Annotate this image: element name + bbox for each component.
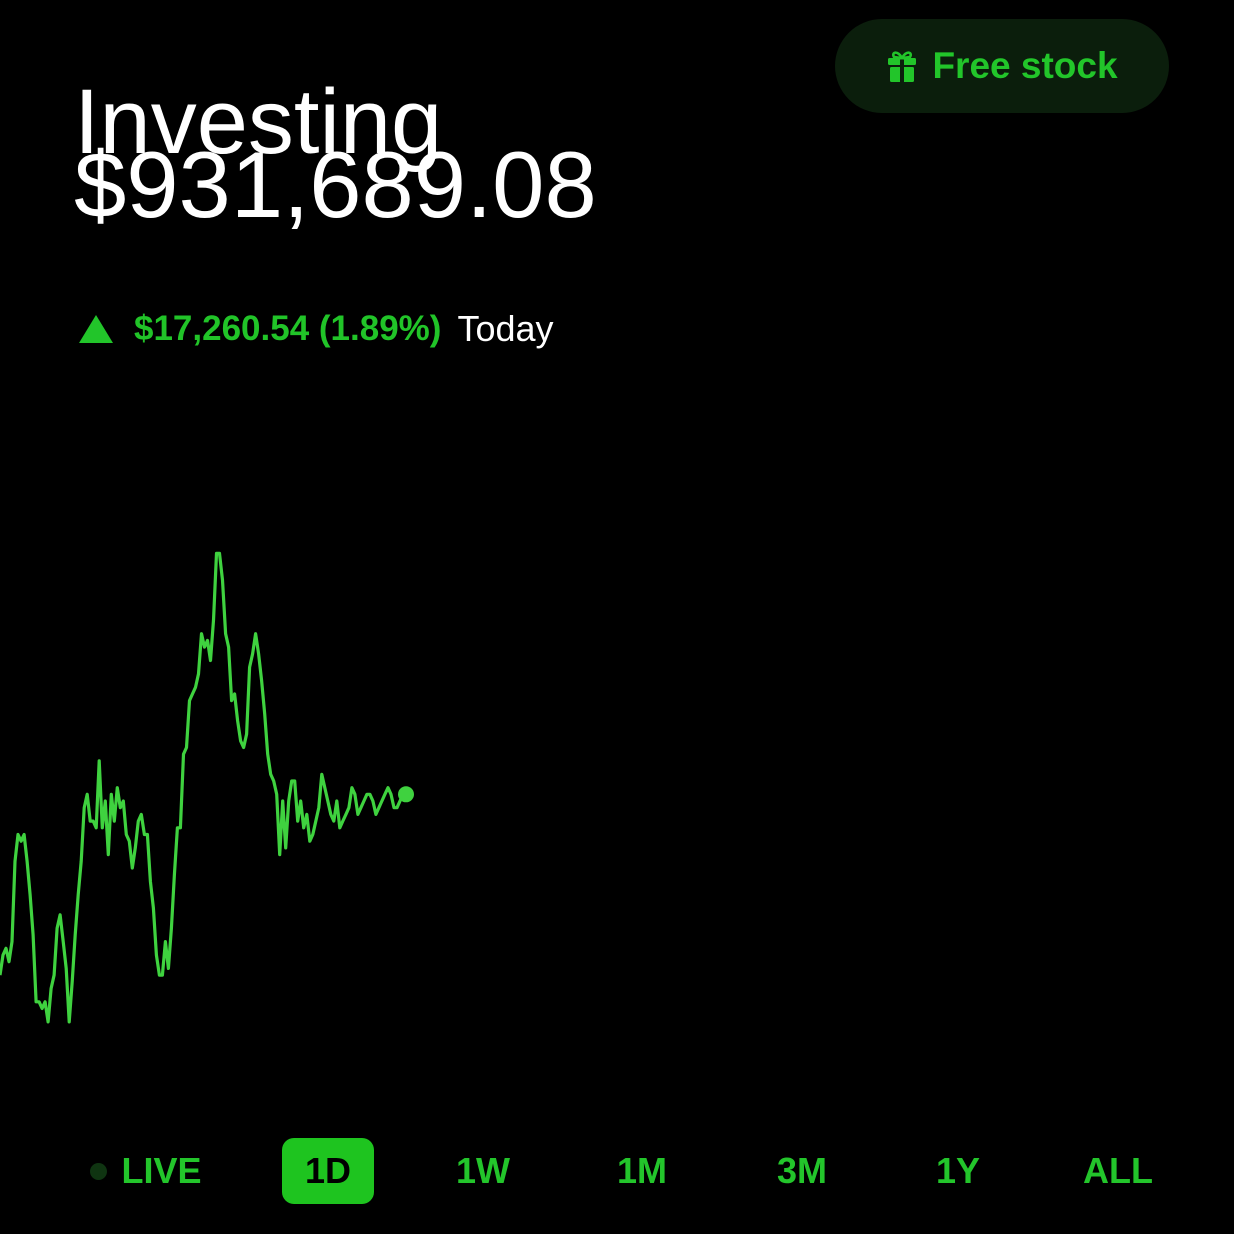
- range-1w-button[interactable]: 1W: [440, 1138, 526, 1204]
- chart-series-line: [0, 551, 406, 1024]
- range-label: 1D: [304, 1150, 352, 1191]
- chart-current-point: [398, 786, 414, 803]
- gift-icon: [888, 51, 917, 82]
- range-label: 1Y: [935, 1150, 981, 1191]
- portfolio-balance: $931,689.08: [74, 132, 597, 237]
- live-indicator-icon: [90, 1162, 108, 1180]
- change-value: $17,260.54 (1.89%): [134, 309, 442, 348]
- range-label: 1M: [616, 1150, 667, 1191]
- range-3m-button[interactable]: 3M: [760, 1138, 844, 1204]
- time-range-selector: LIVE 1D 1W 1M 3M 1Y ALL: [0, 1138, 1234, 1206]
- change-period: Today: [457, 308, 554, 349]
- range-label: LIVE: [121, 1150, 202, 1191]
- range-label: 3M: [776, 1150, 827, 1191]
- range-1y-button[interactable]: 1Y: [920, 1138, 996, 1204]
- free-stock-button[interactable]: Free stock: [835, 19, 1169, 113]
- range-1m-button[interactable]: 1M: [600, 1138, 684, 1204]
- triangle-up-icon: [79, 315, 113, 343]
- range-live-button[interactable]: LIVE: [86, 1138, 206, 1204]
- range-1d-button[interactable]: 1D: [282, 1138, 374, 1204]
- range-label: ALL: [1083, 1150, 1153, 1191]
- daily-change: $17,260.54 (1.89%) Today: [78, 306, 554, 352]
- free-stock-label: Free stock: [932, 45, 1118, 86]
- range-all-button[interactable]: ALL: [1072, 1138, 1164, 1204]
- range-label: 1W: [456, 1150, 510, 1191]
